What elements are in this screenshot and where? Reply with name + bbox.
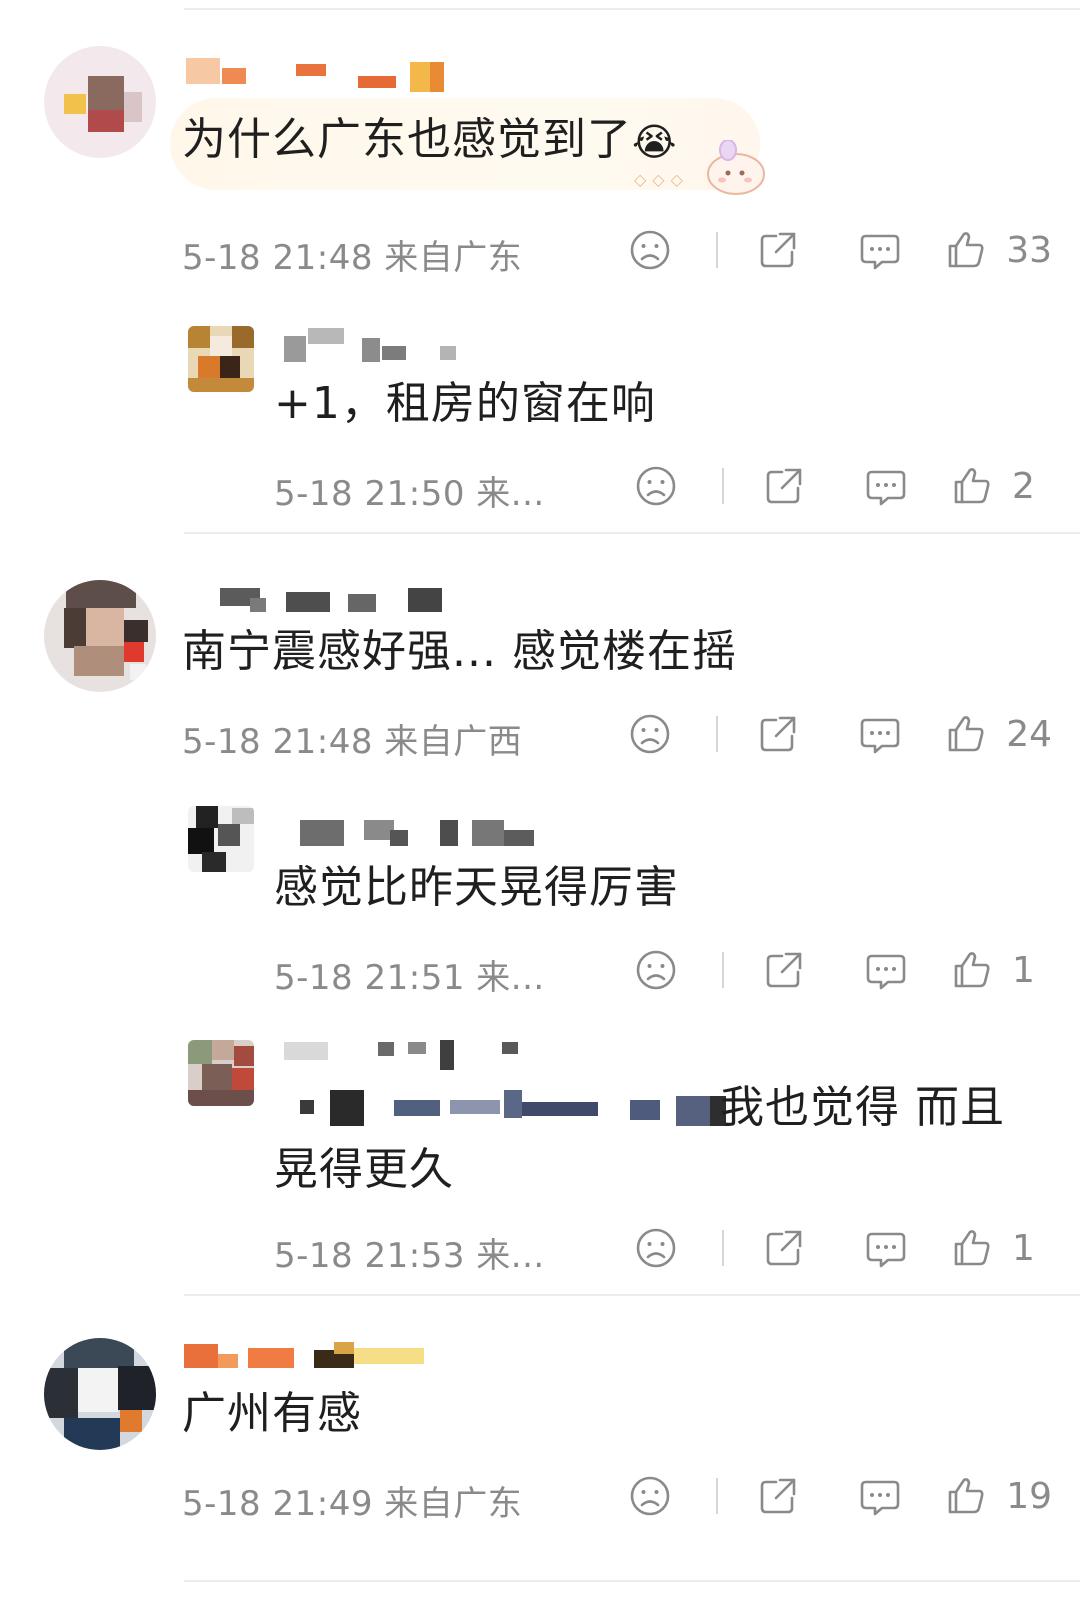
reply-meta: 5-18 21:50 来... [274,466,545,515]
divider [184,1294,1080,1296]
action-bar: 24 [628,710,1052,758]
username-redacted[interactable] [184,1338,434,1372]
sad-face-icon[interactable] [628,712,672,756]
sad-face-icon[interactable] [634,1226,678,1270]
location: 来自广西 [384,722,523,762]
mention-redacted [300,1090,730,1130]
comment-icon[interactable] [864,948,908,992]
username-redacted[interactable] [186,48,446,92]
share-icon[interactable] [756,1474,800,1518]
comment-text: 广州有感 [182,1388,362,1439]
bunny-mascot-icon [707,140,765,195]
comment-icon[interactable] [864,1226,908,1270]
avatar[interactable] [188,806,254,872]
share-icon[interactable] [762,464,806,508]
timestamp: 5-18 21:51 [274,958,465,998]
separator [722,952,724,988]
location: 来自广东 [384,1484,523,1524]
timestamp: 5-18 21:48 [182,722,373,762]
location: 来... [476,474,545,514]
timestamp: 5-18 21:49 [182,1484,373,1524]
crying-emoji-icon: 😭 [632,120,678,164]
reply-text: 感觉比昨天晃得厉害 [274,862,679,913]
reply-text-line1: 我也觉得 而且 [720,1082,1005,1133]
reply-meta: 5-18 21:53 来... [274,1228,545,1277]
share-icon[interactable] [762,948,806,992]
timestamp: 5-18 21:53 [274,1236,465,1276]
separator [716,1478,719,1514]
share-icon[interactable] [756,712,800,756]
sad-face-icon[interactable] [628,228,672,272]
thumbs-up-icon[interactable] [950,464,994,508]
action-bar: 1 [634,946,1052,994]
comment-icon[interactable] [864,464,908,508]
divider [184,1580,1080,1582]
thumbs-up-icon[interactable] [944,1474,988,1518]
avatar[interactable] [188,326,254,392]
location: 来... [476,958,545,998]
like-count: 33 [1006,229,1052,271]
divider [184,8,1080,10]
username-redacted[interactable] [284,326,474,362]
comment-icon[interactable] [858,1474,902,1518]
username-redacted[interactable] [284,1036,524,1070]
timestamp: 5-18 21:48 [182,238,373,278]
sad-face-icon[interactable] [628,1474,672,1518]
avatar[interactable] [44,1338,156,1450]
separator [716,716,719,752]
separator [722,468,724,504]
sad-face-icon[interactable] [634,948,678,992]
sparkle-decoration-icon: ◇◇◇ [634,170,689,189]
location: 来... [476,1236,545,1276]
username-redacted[interactable] [300,814,540,848]
action-bar: 33 [628,226,1052,274]
comment-icon[interactable] [858,228,902,272]
action-bar: 19 [628,1472,1052,1520]
like-count: 24 [1006,713,1052,755]
like-count: 1 [1012,1227,1035,1269]
reply-text-line2: 晃得更久 [274,1144,454,1195]
sad-face-icon[interactable] [634,464,678,508]
comment-meta: 5-18 21:48 来自广东 [182,230,522,279]
comment-text: 为什么广东也感觉到了😭 [182,108,677,174]
timestamp: 5-18 21:50 [274,474,465,514]
username-redacted[interactable] [220,580,450,614]
avatar[interactable] [44,580,156,692]
share-icon[interactable] [762,1226,806,1270]
avatar[interactable] [188,1040,254,1106]
comment-feed: 为什么广东也感觉到了😭 ◇◇◇ 5-18 21:48 来自广东 33 +1，租房… [0,0,1080,1618]
reply-text: +1，租房的窗在响 [274,378,656,429]
avatar[interactable] [44,46,156,158]
location: 来自广东 [384,238,523,278]
share-icon[interactable] [756,228,800,272]
like-count: 2 [1012,465,1035,507]
like-count: 1 [1012,949,1035,991]
action-bar: 1 [634,1224,1052,1272]
comment-text: 南宁震感好强... 感觉楼在摇 [182,626,737,677]
comment-meta: 5-18 21:49 来自广东 [182,1476,522,1525]
thumbs-up-icon[interactable] [944,712,988,756]
thumbs-up-icon[interactable] [950,948,994,992]
comment-meta: 5-18 21:48 来自广西 [182,714,522,763]
thumbs-up-icon[interactable] [950,1226,994,1270]
thumbs-up-icon[interactable] [944,228,988,272]
comment-icon[interactable] [858,712,902,756]
separator [716,232,719,268]
divider [184,532,1080,534]
reply-meta: 5-18 21:51 来... [274,950,545,999]
action-bar: 2 [634,462,1052,510]
like-count: 19 [1006,1475,1052,1517]
separator [722,1230,724,1266]
